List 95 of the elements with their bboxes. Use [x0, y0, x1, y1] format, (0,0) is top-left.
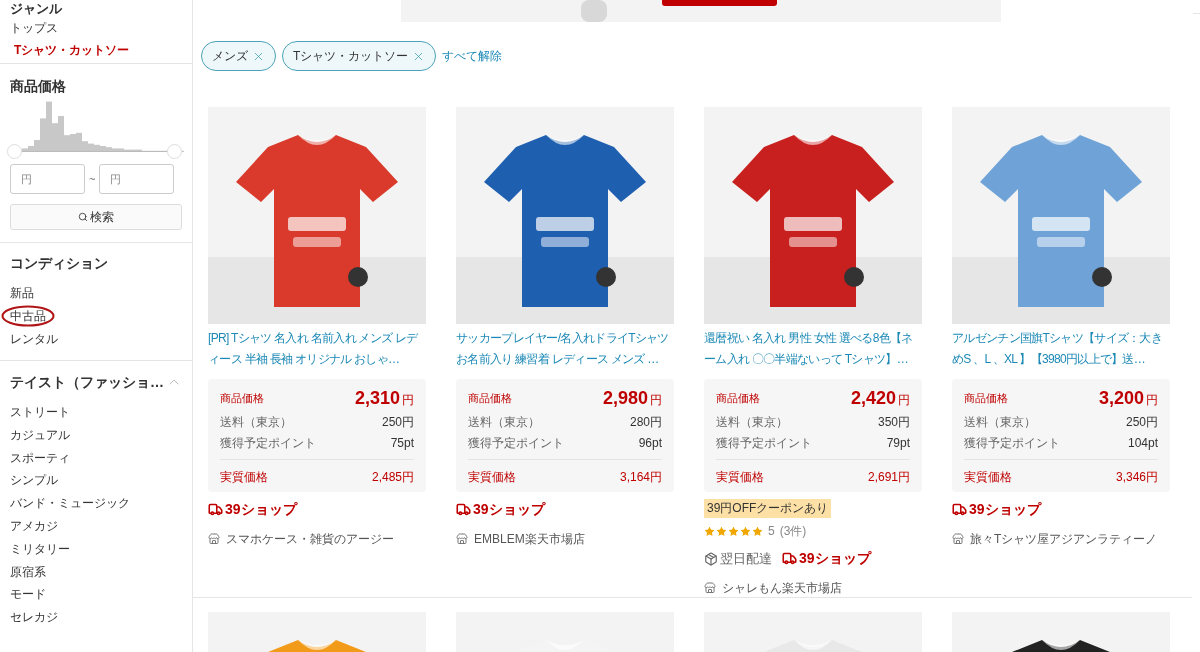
- store-icon: [952, 533, 964, 545]
- coupon-tag: 39円OFFクーポンあり: [704, 499, 832, 518]
- price-value: 2,420: [850, 386, 896, 410]
- store-link[interactable]: スマホケース・雑貨のアージー: [226, 530, 394, 548]
- price-row-label: 送料（東京）: [220, 413, 292, 431]
- max-price-field[interactable]: 円: [99, 164, 175, 194]
- price-row-label: 実質価格: [964, 468, 1012, 486]
- condition-item[interactable]: レンタル: [10, 329, 58, 348]
- price-row-value: 2,691円: [867, 468, 910, 486]
- taste-item[interactable]: ストリート: [10, 401, 182, 424]
- section-title: ジャンル: [10, 0, 63, 17]
- banner-button[interactable]: [662, 0, 777, 6]
- price-row-label: 実質価格: [468, 468, 516, 486]
- yen-unit: 円: [402, 391, 414, 409]
- price-row-label: 獲得予定ポイント: [964, 434, 1060, 452]
- star-icon: [752, 525, 763, 537]
- shop-label: 39ショップ: [969, 500, 1041, 519]
- price-label: 商品価格: [468, 390, 512, 406]
- genre-item[interactable]: Tシャツ・カットソー: [10, 39, 182, 61]
- shop-label: 39ショップ: [473, 500, 545, 519]
- taste-item[interactable]: カジュアル: [10, 423, 182, 447]
- price-label: 商品価格: [716, 390, 760, 406]
- taste-item[interactable]: 原宿系: [10, 560, 182, 584]
- shop-label: 39ショップ: [225, 500, 297, 519]
- box-icon: [704, 551, 718, 566]
- search-icon: [78, 212, 88, 222]
- price-row-value: 350円: [877, 413, 910, 431]
- price-row-value: 75pt: [390, 434, 414, 452]
- price-row-label: 送料（東京）: [716, 413, 788, 431]
- price-row-value: 79pt: [886, 434, 910, 452]
- store-link[interactable]: 旅々Tシャツ屋アジアンラティーノ: [970, 530, 1158, 548]
- store-link[interactable]: EMBLEM楽天市場店: [474, 530, 585, 548]
- genre-item[interactable]: トップス: [10, 17, 182, 39]
- price-row-label: 実質価格: [716, 468, 764, 486]
- shop-label: 39ショップ: [799, 549, 871, 568]
- price-value: 2,310: [354, 386, 400, 410]
- taste-item[interactable]: アメカジ: [10, 515, 182, 538]
- price-row-value: 96pt: [638, 434, 662, 452]
- truck-icon: [208, 502, 223, 517]
- filter-chip[interactable]: メンズ: [201, 41, 276, 71]
- product-title-link[interactable]: アルゼンチン国旗Tシャツ【サイズ：大きめS 、L 、XL 】【3980円以上で】送…: [952, 328, 1170, 370]
- section-toggle[interactable]: テイスト（ファッショ…: [10, 371, 182, 393]
- min-price-field[interactable]: 円: [10, 164, 85, 194]
- taste-item[interactable]: モード: [10, 583, 182, 607]
- star-icon: [740, 525, 751, 537]
- price-row-value: 2,485円: [371, 468, 414, 486]
- product-title-link[interactable]: 還暦祝い 名入れ 男性 女性 選べる8色【ネーム入れ 〇〇半端ないって Tシャツ】…: [704, 328, 922, 370]
- price-label: 商品価格: [964, 390, 1008, 406]
- price-value: 3,200: [1098, 386, 1144, 410]
- slider-handle[interactable]: [167, 144, 182, 159]
- range-separator: ~: [89, 171, 96, 187]
- store-icon: [704, 582, 716, 594]
- section-title: 商品価格: [10, 77, 67, 96]
- yen-unit: 円: [1146, 391, 1158, 409]
- filter-chip[interactable]: Tシャツ・カットソー: [282, 41, 437, 71]
- star-icon: [704, 525, 715, 537]
- clear-all-link[interactable]: すべて解除: [442, 47, 503, 65]
- yen-unit: 円: [898, 391, 910, 409]
- price-row-value: 250円: [1125, 413, 1158, 431]
- taste-item[interactable]: バンド・ミュージック: [10, 492, 182, 515]
- taste-item[interactable]: セレカジ: [10, 606, 182, 629]
- price-label: 商品価格: [220, 390, 264, 406]
- store-icon: [208, 533, 220, 545]
- taste-item[interactable]: シンプル: [10, 469, 182, 493]
- store-icon: [456, 533, 468, 545]
- store-link[interactable]: シャレもん楽天市場店: [722, 579, 842, 597]
- product-title-link[interactable]: サッカープレイヤー/名入れドライTシャツお名前入り 練習着 レディース メンズ …: [456, 328, 674, 370]
- rating-value: 5: [768, 523, 775, 540]
- price-row-label: 送料（東京）: [964, 413, 1036, 431]
- star-icon: [728, 525, 739, 537]
- section-title: コンディション: [10, 254, 109, 273]
- price-row-label: 送料（東京）: [468, 413, 540, 431]
- price-row-value: 280円: [629, 413, 662, 431]
- price-row-value: 250円: [381, 413, 414, 431]
- search-button[interactable]: 検索: [10, 204, 182, 230]
- price-row-label: 獲得予定ポイント: [468, 434, 564, 452]
- price-row-value: 3,346円: [1115, 468, 1158, 486]
- star-icon: [716, 525, 727, 537]
- price-value: 2,980: [602, 386, 648, 410]
- truck-icon: [456, 502, 471, 517]
- condition-item[interactable]: 新品: [10, 283, 34, 302]
- taste-item[interactable]: ミリタリー: [10, 537, 182, 561]
- taste-item[interactable]: スポーティ: [10, 446, 182, 470]
- truck-icon: [952, 502, 967, 517]
- product-title-link[interactable]: [PR] Tシャツ 名入れ 名前入れ メンズ レディース 半袖 長袖 オリジナル おしゃ…: [208, 328, 426, 370]
- price-row-label: 獲得予定ポイント: [716, 434, 812, 452]
- next-day-delivery: 翌日配達: [704, 548, 772, 569]
- yen-unit: 円: [650, 391, 662, 409]
- price-row-label: 実質価格: [220, 468, 268, 486]
- price-row-value: 3,164円: [619, 468, 662, 486]
- price-row-value: 104pt: [1127, 434, 1158, 452]
- price-row-label: 獲得予定ポイント: [220, 434, 316, 452]
- slider-handle[interactable]: [7, 144, 22, 159]
- review-count: (3件): [779, 523, 807, 540]
- truck-icon: [782, 551, 797, 566]
